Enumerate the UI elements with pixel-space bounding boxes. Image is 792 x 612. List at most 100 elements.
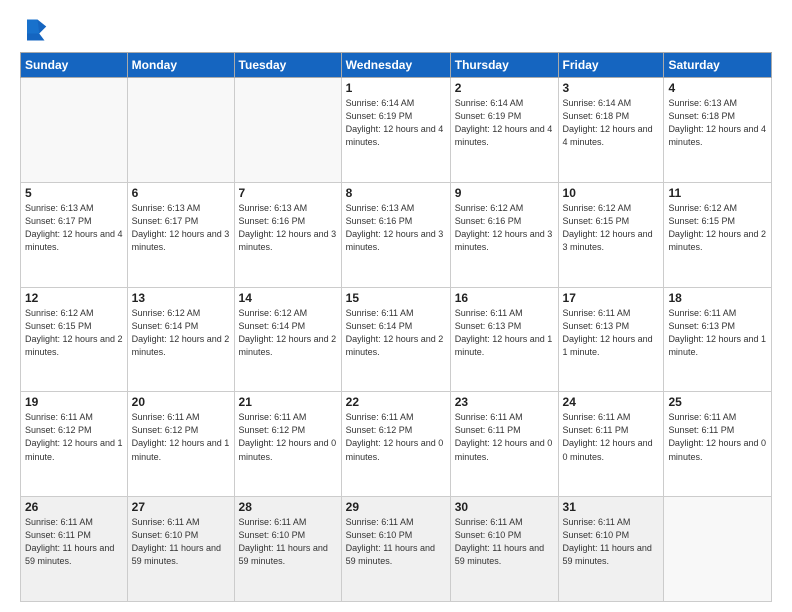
calendar-cell <box>127 78 234 183</box>
calendar-cell: 5 Sunrise: 6:13 AM Sunset: 6:17 PM Daylig… <box>21 182 128 287</box>
day-number: 9 <box>455 186 554 200</box>
day-number: 13 <box>132 291 230 305</box>
day-number: 4 <box>668 81 767 95</box>
day-info: Sunrise: 6:11 AM Sunset: 6:13 PM Dayligh… <box>563 307 660 359</box>
calendar-cell: 30 Sunrise: 6:11 AM Sunset: 6:10 PM Dayli… <box>450 497 558 602</box>
day-info: Sunrise: 6:11 AM Sunset: 6:12 PM Dayligh… <box>239 411 337 463</box>
calendar-cell: 7 Sunrise: 6:13 AM Sunset: 6:16 PM Daylig… <box>234 182 341 287</box>
day-number: 30 <box>455 500 554 514</box>
day-info: Sunrise: 6:12 AM Sunset: 6:16 PM Dayligh… <box>455 202 554 254</box>
calendar-cell: 22Sunrise: 6:11 AM Sunset: 6:12 PM Dayli… <box>341 392 450 497</box>
day-number: 25 <box>668 395 767 409</box>
calendar-cell: 28 Sunrise: 6:11 AM Sunset: 6:10 PM Dayli… <box>234 497 341 602</box>
calendar-cell: 18 Sunrise: 6:11 AM Sunset: 6:13 PM Dayli… <box>664 287 772 392</box>
day-number: 17 <box>563 291 660 305</box>
weekday-header-tuesday: Tuesday <box>234 53 341 78</box>
day-info: Sunrise: 6:13 AM Sunset: 6:16 PM Dayligh… <box>239 202 337 254</box>
day-number: 15 <box>346 291 446 305</box>
day-info: Sunrise: 6:11 AM Sunset: 6:10 PM Dayligh… <box>563 516 660 568</box>
weekday-header-thursday: Thursday <box>450 53 558 78</box>
calendar-cell: 16 Sunrise: 6:11 AM Sunset: 6:13 PM Dayli… <box>450 287 558 392</box>
day-info: Sunrise: 6:11 AM Sunset: 6:12 PM Dayligh… <box>25 411 123 463</box>
day-info: Sunrise: 6:12 AM Sunset: 6:14 PM Dayligh… <box>239 307 337 359</box>
day-info: Sunrise: 6:11 AM Sunset: 6:11 PM Dayligh… <box>25 516 123 568</box>
day-info: Sunrise: 6:12 AM Sunset: 6:15 PM Dayligh… <box>25 307 123 359</box>
calendar-cell: 4 Sunrise: 6:13 AM Sunset: 6:18 PM Daylig… <box>664 78 772 183</box>
day-info: Sunrise: 6:11 AM Sunset: 6:14 PM Dayligh… <box>346 307 446 359</box>
day-info: Sunrise: 6:12 AM Sunset: 6:14 PM Dayligh… <box>132 307 230 359</box>
day-info: Sunrise: 6:11 AM Sunset: 6:13 PM Dayligh… <box>455 307 554 359</box>
day-number: 12 <box>25 291 123 305</box>
day-number: 8 <box>346 186 446 200</box>
calendar-cell: 8 Sunrise: 6:13 AM Sunset: 6:16 PM Daylig… <box>341 182 450 287</box>
logo <box>20 16 52 44</box>
calendar-cell: 26Sunrise: 6:11 AM Sunset: 6:11 PM Dayli… <box>21 497 128 602</box>
day-info: Sunrise: 6:11 AM Sunset: 6:11 PM Dayligh… <box>455 411 554 463</box>
day-number: 20 <box>132 395 230 409</box>
day-info: Sunrise: 6:11 AM Sunset: 6:11 PM Dayligh… <box>563 411 660 463</box>
day-info: Sunrise: 6:13 AM Sunset: 6:17 PM Dayligh… <box>132 202 230 254</box>
day-number: 18 <box>668 291 767 305</box>
day-number: 14 <box>239 291 337 305</box>
calendar-week-row: 26Sunrise: 6:11 AM Sunset: 6:11 PM Dayli… <box>21 497 772 602</box>
day-info: Sunrise: 6:11 AM Sunset: 6:12 PM Dayligh… <box>346 411 446 463</box>
day-number: 28 <box>239 500 337 514</box>
calendar-cell: 29Sunrise: 6:11 AM Sunset: 6:10 PM Dayli… <box>341 497 450 602</box>
day-number: 21 <box>239 395 337 409</box>
calendar-cell: 3Sunrise: 6:14 AM Sunset: 6:18 PM Daylig… <box>558 78 664 183</box>
calendar-cell <box>234 78 341 183</box>
weekday-header-wednesday: Wednesday <box>341 53 450 78</box>
calendar-table: SundayMondayTuesdayWednesdayThursdayFrid… <box>20 52 772 602</box>
day-number: 3 <box>563 81 660 95</box>
day-info: Sunrise: 6:12 AM Sunset: 6:15 PM Dayligh… <box>668 202 767 254</box>
day-number: 27 <box>132 500 230 514</box>
day-info: Sunrise: 6:11 AM Sunset: 6:10 PM Dayligh… <box>455 516 554 568</box>
calendar-week-row: 1 Sunrise: 6:14 AM Sunset: 6:19 PM Daylig… <box>21 78 772 183</box>
calendar-cell: 23 Sunrise: 6:11 AM Sunset: 6:11 PM Dayli… <box>450 392 558 497</box>
calendar-cell <box>664 497 772 602</box>
day-number: 11 <box>668 186 767 200</box>
calendar-cell: 13 Sunrise: 6:12 AM Sunset: 6:14 PM Dayli… <box>127 287 234 392</box>
day-number: 1 <box>346 81 446 95</box>
calendar-cell: 12 Sunrise: 6:12 AM Sunset: 6:15 PM Dayli… <box>21 287 128 392</box>
day-info: Sunrise: 6:14 AM Sunset: 6:19 PM Dayligh… <box>346 97 446 149</box>
calendar-cell: 20 Sunrise: 6:11 AM Sunset: 6:12 PM Dayli… <box>127 392 234 497</box>
calendar-cell: 9 Sunrise: 6:12 AM Sunset: 6:16 PM Daylig… <box>450 182 558 287</box>
day-info: Sunrise: 6:12 AM Sunset: 6:15 PM Dayligh… <box>563 202 660 254</box>
calendar-cell: 17 Sunrise: 6:11 AM Sunset: 6:13 PM Dayli… <box>558 287 664 392</box>
calendar-week-row: 19 Sunrise: 6:11 AM Sunset: 6:12 PM Dayli… <box>21 392 772 497</box>
day-number: 19 <box>25 395 123 409</box>
calendar-cell: 10Sunrise: 6:12 AM Sunset: 6:15 PM Dayli… <box>558 182 664 287</box>
day-info: Sunrise: 6:13 AM Sunset: 6:18 PM Dayligh… <box>668 97 767 149</box>
calendar-cell: 15 Sunrise: 6:11 AM Sunset: 6:14 PM Dayli… <box>341 287 450 392</box>
day-info: Sunrise: 6:11 AM Sunset: 6:10 PM Dayligh… <box>132 516 230 568</box>
calendar-cell: 31Sunrise: 6:11 AM Sunset: 6:10 PM Dayli… <box>558 497 664 602</box>
header <box>20 16 772 44</box>
day-number: 7 <box>239 186 337 200</box>
day-info: Sunrise: 6:13 AM Sunset: 6:17 PM Dayligh… <box>25 202 123 254</box>
weekday-header-friday: Friday <box>558 53 664 78</box>
day-number: 24 <box>563 395 660 409</box>
weekday-header-row: SundayMondayTuesdayWednesdayThursdayFrid… <box>21 53 772 78</box>
weekday-header-monday: Monday <box>127 53 234 78</box>
weekday-header-saturday: Saturday <box>664 53 772 78</box>
day-info: Sunrise: 6:11 AM Sunset: 6:10 PM Dayligh… <box>346 516 446 568</box>
calendar-cell: 27 Sunrise: 6:11 AM Sunset: 6:10 PM Dayli… <box>127 497 234 602</box>
page: SundayMondayTuesdayWednesdayThursdayFrid… <box>0 0 792 612</box>
calendar-cell: 25 Sunrise: 6:11 AM Sunset: 6:11 PM Dayli… <box>664 392 772 497</box>
day-number: 23 <box>455 395 554 409</box>
day-number: 2 <box>455 81 554 95</box>
calendar-week-row: 5 Sunrise: 6:13 AM Sunset: 6:17 PM Daylig… <box>21 182 772 287</box>
day-info: Sunrise: 6:11 AM Sunset: 6:13 PM Dayligh… <box>668 307 767 359</box>
day-info: Sunrise: 6:13 AM Sunset: 6:16 PM Dayligh… <box>346 202 446 254</box>
day-info: Sunrise: 6:11 AM Sunset: 6:10 PM Dayligh… <box>239 516 337 568</box>
day-info: Sunrise: 6:11 AM Sunset: 6:11 PM Dayligh… <box>668 411 767 463</box>
day-info: Sunrise: 6:11 AM Sunset: 6:12 PM Dayligh… <box>132 411 230 463</box>
day-number: 5 <box>25 186 123 200</box>
day-info: Sunrise: 6:14 AM Sunset: 6:19 PM Dayligh… <box>455 97 554 149</box>
day-number: 6 <box>132 186 230 200</box>
calendar-cell: 1 Sunrise: 6:14 AM Sunset: 6:19 PM Daylig… <box>341 78 450 183</box>
calendar-cell <box>21 78 128 183</box>
day-number: 16 <box>455 291 554 305</box>
generalblue-icon <box>20 16 48 44</box>
